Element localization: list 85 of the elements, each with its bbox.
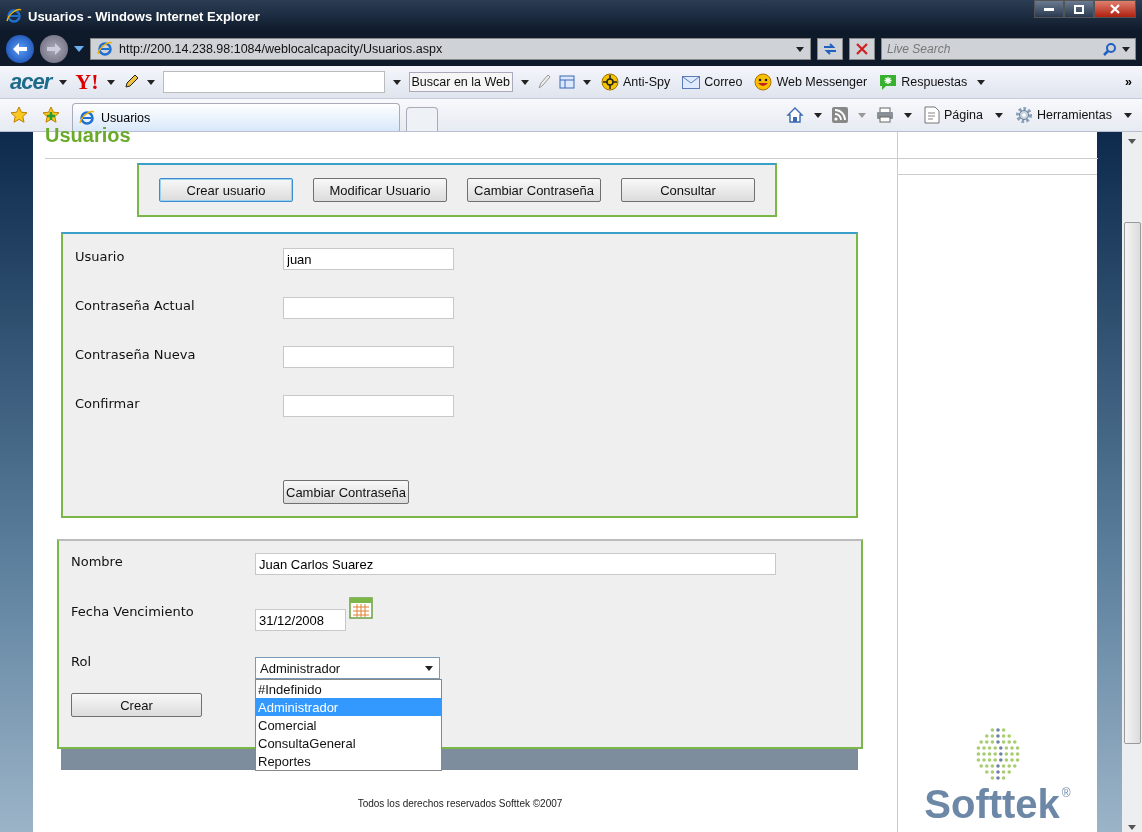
action-button[interactable]: Crear usuario (159, 178, 293, 202)
ie-logo-icon (6, 8, 22, 24)
registered-mark: ® (1061, 786, 1071, 800)
caret-icon[interactable] (582, 79, 591, 85)
caret-icon[interactable] (814, 112, 823, 118)
smiley-icon (754, 73, 773, 91)
ie-logo-icon (97, 41, 113, 57)
search-field[interactable]: Live Search (881, 38, 1136, 60)
field-label: Rol (71, 653, 92, 669)
input-field[interactable] (283, 395, 454, 418)
create-button[interactable]: Crear (71, 693, 202, 717)
stop-button[interactable] (849, 38, 875, 60)
date-field[interactable]: 31/12/2008 (255, 609, 346, 631)
toolbar-button[interactable]: Web Messenger (752, 73, 870, 91)
caret-icon[interactable] (796, 46, 804, 52)
printer-icon[interactable] (876, 107, 895, 123)
toolbar-button[interactable]: Correo (680, 75, 745, 89)
caret-icon[interactable] (1124, 112, 1132, 118)
field-label: Fecha Vencimiento (71, 603, 195, 619)
close-button[interactable] (1094, 0, 1136, 18)
chevron-icon[interactable]: » (1125, 75, 1132, 89)
window-title: Usuarios - Windows Internet Explorer (28, 8, 260, 24)
caret-icon[interactable] (1128, 825, 1136, 830)
refresh-icon[interactable] (822, 42, 838, 56)
scrollbar[interactable] (1122, 132, 1142, 832)
change-password-button[interactable]: Cambiar Contraseña (283, 480, 409, 504)
page-icon (924, 106, 941, 124)
caret-icon[interactable] (1122, 46, 1130, 52)
caret-icon[interactable] (994, 112, 1003, 118)
home-icon[interactable] (786, 106, 805, 124)
yahoo-logo[interactable]: Y! (75, 69, 99, 95)
caret-icon[interactable] (904, 112, 913, 118)
toolbar-button[interactable]: Anti-Spy (598, 73, 673, 91)
close-icon[interactable] (1110, 4, 1120, 14)
field-label: Nombre (71, 553, 124, 569)
window-icon[interactable] (558, 74, 575, 90)
minimize-button[interactable] (1034, 0, 1064, 18)
field-label: Usuario (75, 248, 126, 264)
input-field[interactable]: Juan Carlos Suarez (255, 553, 776, 575)
history-dropdown-icon[interactable] (74, 46, 84, 52)
caret-icon[interactable] (59, 79, 68, 85)
action-button[interactable]: Modificar Usuario (313, 178, 447, 202)
command-button[interactable]: Herramientas (1012, 106, 1114, 124)
minimize-icon[interactable] (1044, 7, 1054, 11)
crosshair-icon (600, 73, 619, 91)
address-field[interactable]: http://200.14.238.98:1084/weblocalcapacity/Usuarios.aspx (90, 38, 811, 60)
field-label: Contraseña Nueva (75, 346, 197, 363)
envelope-icon (682, 75, 701, 89)
add-favorite-icon[interactable] (42, 106, 60, 124)
page-heading: Usuarios (45, 124, 1098, 159)
action-button[interactable]: Cambiar Contraseña (467, 178, 601, 202)
stop-icon[interactable] (856, 43, 868, 55)
refresh-button[interactable] (817, 38, 843, 60)
input-field[interactable] (283, 346, 454, 369)
command-button[interactable]: Página (922, 106, 985, 124)
maximize-button[interactable] (1064, 0, 1094, 18)
ie-logo-icon (79, 109, 95, 126)
acer-logo[interactable]: acer (10, 69, 52, 95)
speech-bubble-icon (879, 73, 898, 91)
toolbar-search-field[interactable] (162, 71, 385, 93)
search-web-button[interactable]: Buscar en la Web (408, 72, 513, 92)
caret-icon[interactable] (392, 79, 401, 85)
field-label: Contraseña Actual (75, 297, 196, 314)
search-icon[interactable] (1103, 42, 1117, 56)
input-field[interactable]: juan (283, 248, 454, 270)
copyright-text: Todos los derechos reservados Softtek ©2007 (356, 798, 564, 809)
star-icon[interactable] (10, 106, 28, 124)
caret-icon[interactable] (977, 79, 986, 85)
maximize-icon[interactable] (1074, 4, 1084, 14)
feed-icon[interactable] (832, 107, 849, 123)
field-label: Confirmar (75, 395, 141, 412)
caret-icon[interactable] (106, 79, 115, 85)
softtek-logo: Softtek (924, 782, 1060, 827)
forward-button[interactable] (40, 35, 68, 63)
caret-icon[interactable] (520, 79, 529, 85)
caret-icon[interactable] (146, 79, 155, 85)
toolbar-button[interactable]: Respuestas (877, 73, 970, 91)
caret-icon[interactable] (1128, 139, 1136, 144)
action-button[interactable]: Consultar (621, 178, 755, 202)
input-field[interactable] (283, 297, 454, 320)
caret-icon[interactable] (425, 665, 433, 671)
back-arrow-icon[interactable] (12, 42, 28, 56)
pencil-icon[interactable] (122, 74, 139, 90)
gear-icon (1014, 106, 1033, 124)
back-button[interactable] (6, 35, 34, 63)
